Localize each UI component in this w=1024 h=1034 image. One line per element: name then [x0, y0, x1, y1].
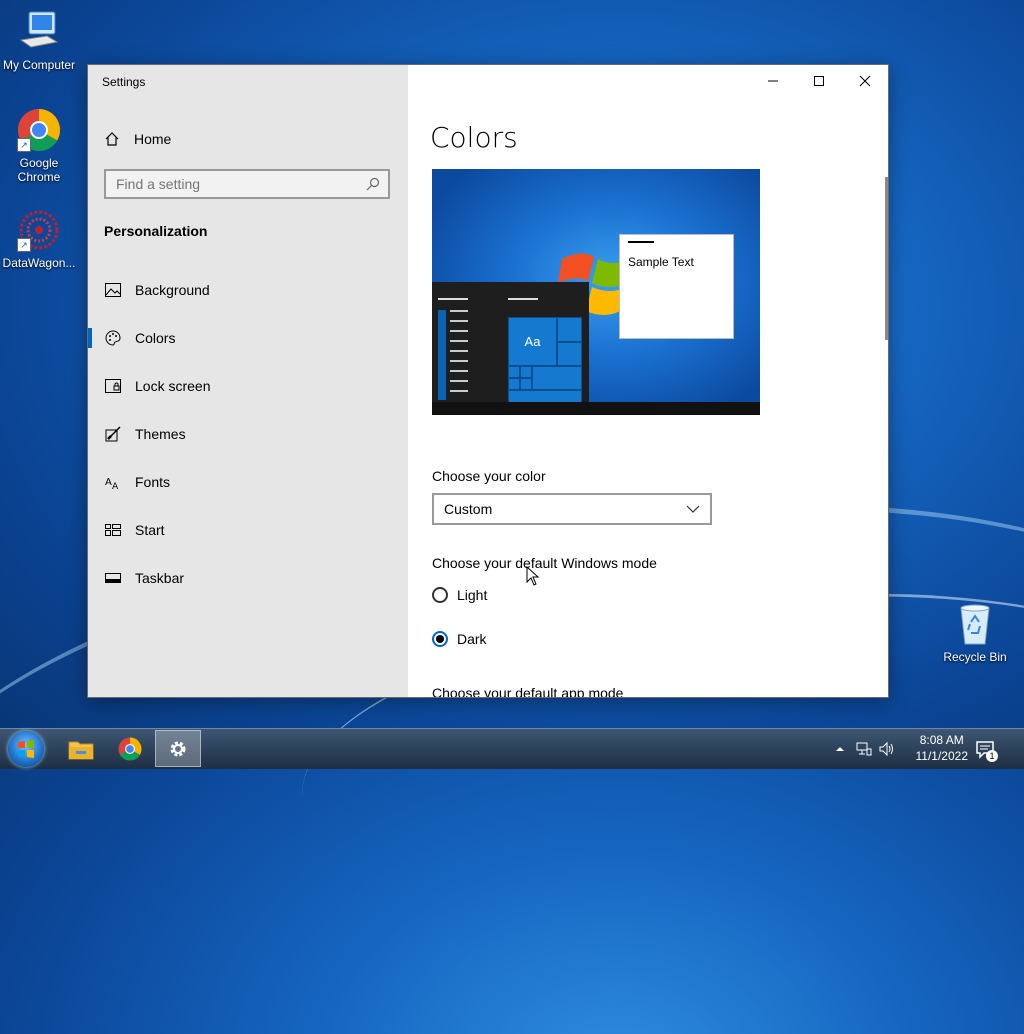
folder-icon — [68, 741, 94, 759]
mouse-cursor-icon — [526, 566, 540, 586]
taskbar-file-explorer[interactable] — [58, 730, 104, 767]
section-title: Personalization — [104, 223, 208, 239]
sidebar-item-background[interactable]: Background — [88, 270, 408, 310]
maximize-button[interactable] — [796, 65, 842, 97]
preview-sample-text: Sample Text — [628, 255, 694, 269]
svg-text:A: A — [112, 482, 119, 490]
color-preview: Aa Sample Text — [432, 169, 760, 415]
chevron-down-icon — [686, 505, 700, 513]
choose-color-label: Choose your color — [432, 468, 546, 484]
home-icon — [105, 132, 119, 146]
settings-sidebar: Settings Home Personalization Background… — [88, 65, 408, 697]
minimize-icon — [768, 80, 778, 82]
clock[interactable]: 8:08 AM 11/1/2022 — [916, 732, 969, 764]
computer-icon — [17, 10, 61, 54]
sidebar-item-label: Fonts — [135, 474, 171, 490]
settings-window: Settings Home Personalization Background… — [88, 65, 888, 697]
sidebar-item-colors[interactable]: Colors — [88, 318, 408, 358]
clock-time: 8:08 AM — [919, 733, 964, 747]
taskbar-chrome[interactable] — [107, 730, 153, 767]
close-button[interactable] — [842, 65, 888, 97]
chrome-icon: ↗ — [17, 108, 61, 152]
app-mode-label: Choose your default app mode — [432, 685, 624, 697]
radio-light[interactable]: Light — [432, 587, 487, 603]
preview-sample-window: Sample Text — [619, 234, 734, 339]
sidebar-item-label: Themes — [135, 426, 186, 442]
desktop-icon-label: Recycle Bin — [943, 650, 1007, 664]
settings-content: Colors Aa Sample Text Choose your color … — [408, 65, 888, 697]
desktop-icon-label: Google Chrome — [17, 156, 61, 184]
desktop-icon-label: DataWagon... — [2, 256, 76, 270]
shortcut-arrow-icon: ↗ — [17, 238, 31, 252]
brush-icon — [105, 426, 121, 442]
svg-text:A: A — [105, 477, 112, 488]
sidebar-item-label: Lock screen — [135, 378, 211, 394]
sidebar-item-lock-screen[interactable]: Lock screen — [88, 366, 408, 406]
desktop-icon-google-chrome[interactable]: ↗ Google Chrome — [0, 108, 78, 184]
datawagon-icon: ↗ — [17, 208, 61, 252]
chrome-icon — [118, 737, 142, 760]
desktop-icon-my-computer[interactable]: My Computer — [0, 10, 78, 72]
page-title: Colors — [430, 121, 518, 154]
windows-start-icon — [18, 740, 34, 758]
sidebar-item-label: Taskbar — [135, 570, 185, 586]
lock-screen-icon — [105, 378, 121, 394]
taskbar-settings[interactable] — [155, 730, 201, 767]
nav-home[interactable]: Home — [104, 129, 171, 149]
radio-circle[interactable] — [432, 587, 448, 603]
sidebar-item-label: Background — [135, 282, 210, 298]
sidebar-item-themes[interactable]: Themes — [88, 414, 408, 454]
sidebar-item-start[interactable]: Start — [88, 510, 408, 550]
sidebar-item-label: Colors — [135, 330, 176, 346]
search-input[interactable] — [106, 175, 358, 193]
radio-label: Dark — [457, 631, 487, 647]
radio-circle-selected[interactable] — [432, 631, 448, 647]
preview-taskbar — [432, 402, 760, 415]
preview-tiles: Aa — [508, 317, 582, 403]
system-tray — [834, 729, 894, 769]
search-icon — [366, 177, 380, 191]
network-icon[interactable] — [856, 741, 872, 757]
shortcut-arrow-icon: ↗ — [17, 138, 31, 152]
taskbar: 8:08 AM 11/1/2022 1 — [0, 728, 1024, 769]
font-icon: AA — [105, 474, 121, 490]
desktop-icon-recycle-bin[interactable]: Recycle Bin — [936, 602, 1014, 664]
notification-count-badge: 1 — [986, 750, 998, 762]
recycle-bin-icon — [953, 602, 997, 646]
sidebar-item-taskbar[interactable]: Taskbar — [88, 558, 408, 598]
start-button[interactable] — [8, 731, 44, 767]
nav-home-label: Home — [134, 131, 172, 147]
windows-mode-label: Choose your default Windows mode — [432, 555, 657, 571]
window-title: Settings — [102, 75, 146, 89]
taskbar-icon — [105, 570, 121, 586]
radio-dark[interactable]: Dark — [432, 631, 487, 647]
close-icon — [859, 75, 871, 87]
picture-icon — [105, 282, 121, 298]
minimize-button[interactable] — [750, 65, 796, 97]
sidebar-item-fonts[interactable]: AA Fonts — [88, 462, 408, 502]
clock-date: 11/1/2022 — [915, 749, 969, 763]
start-grid-icon — [105, 522, 121, 538]
desktop-icon-label: My Computer — [2, 58, 76, 72]
volume-icon[interactable] — [878, 741, 894, 757]
action-center-button[interactable]: 1 — [975, 729, 998, 769]
show-hidden-icons-icon[interactable] — [834, 743, 846, 755]
color-mode-dropdown[interactable]: Custom — [432, 493, 712, 525]
search-box[interactable] — [104, 169, 390, 199]
sidebar-item-label: Start — [135, 522, 165, 538]
palette-icon — [105, 330, 121, 346]
gear-icon — [170, 741, 186, 756]
preview-tile-label: Aa — [508, 317, 557, 366]
maximize-icon — [814, 76, 824, 86]
scrollbar[interactable] — [885, 177, 888, 340]
desktop-icon-datawagon[interactable]: ↗ DataWagon... — [0, 208, 78, 270]
dropdown-value: Custom — [444, 501, 493, 517]
radio-label: Light — [457, 587, 488, 603]
